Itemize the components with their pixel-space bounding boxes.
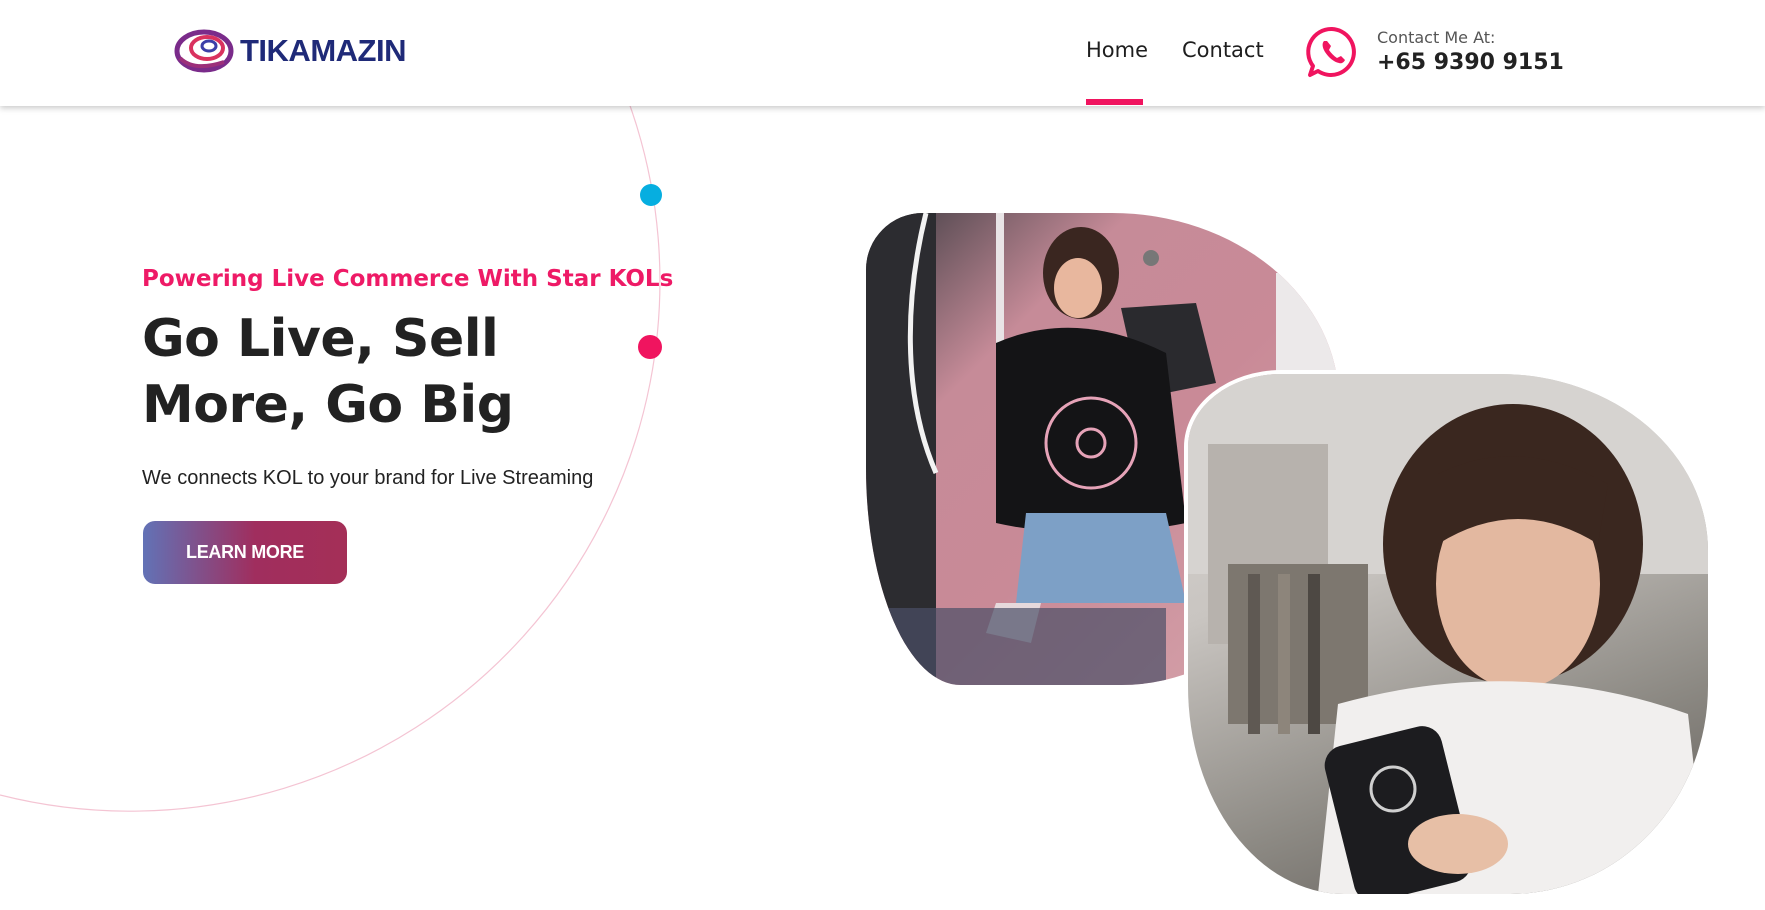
hero-tagline: Powering Live Commerce With Star KOLs (142, 266, 674, 292)
nav-item-home[interactable]: Home (1086, 38, 1148, 62)
whatsapp-icon[interactable] (1305, 25, 1359, 79)
contact-phone-link[interactable]: +65 9390 9151 (1377, 50, 1564, 75)
site-header: TIKAMAZIN Home Contact Contact Me At: +6… (0, 0, 1765, 106)
brand-name: TIKAMAZIN (240, 33, 406, 68)
decorative-dot-cyan (640, 184, 662, 206)
nav-item-contact[interactable]: Contact (1182, 38, 1264, 62)
nav-active-indicator (1086, 99, 1143, 105)
kol-photo-right (1188, 374, 1708, 894)
learn-more-button[interactable]: LEARN MORE (143, 521, 347, 584)
spiral-logo-icon (174, 29, 234, 73)
hero-subline: We connects KOL to your brand for Live S… (142, 467, 594, 489)
page: TIKAMAZIN Home Contact Contact Me At: +6… (0, 0, 1765, 910)
brand-logo[interactable]: TIKAMAZIN (174, 28, 406, 74)
kol-live-stream-photo (1188, 374, 1708, 894)
hero-headline: Go Live, Sell More, Go Big (142, 309, 514, 435)
contact-label: Contact Me At: (1377, 28, 1496, 47)
